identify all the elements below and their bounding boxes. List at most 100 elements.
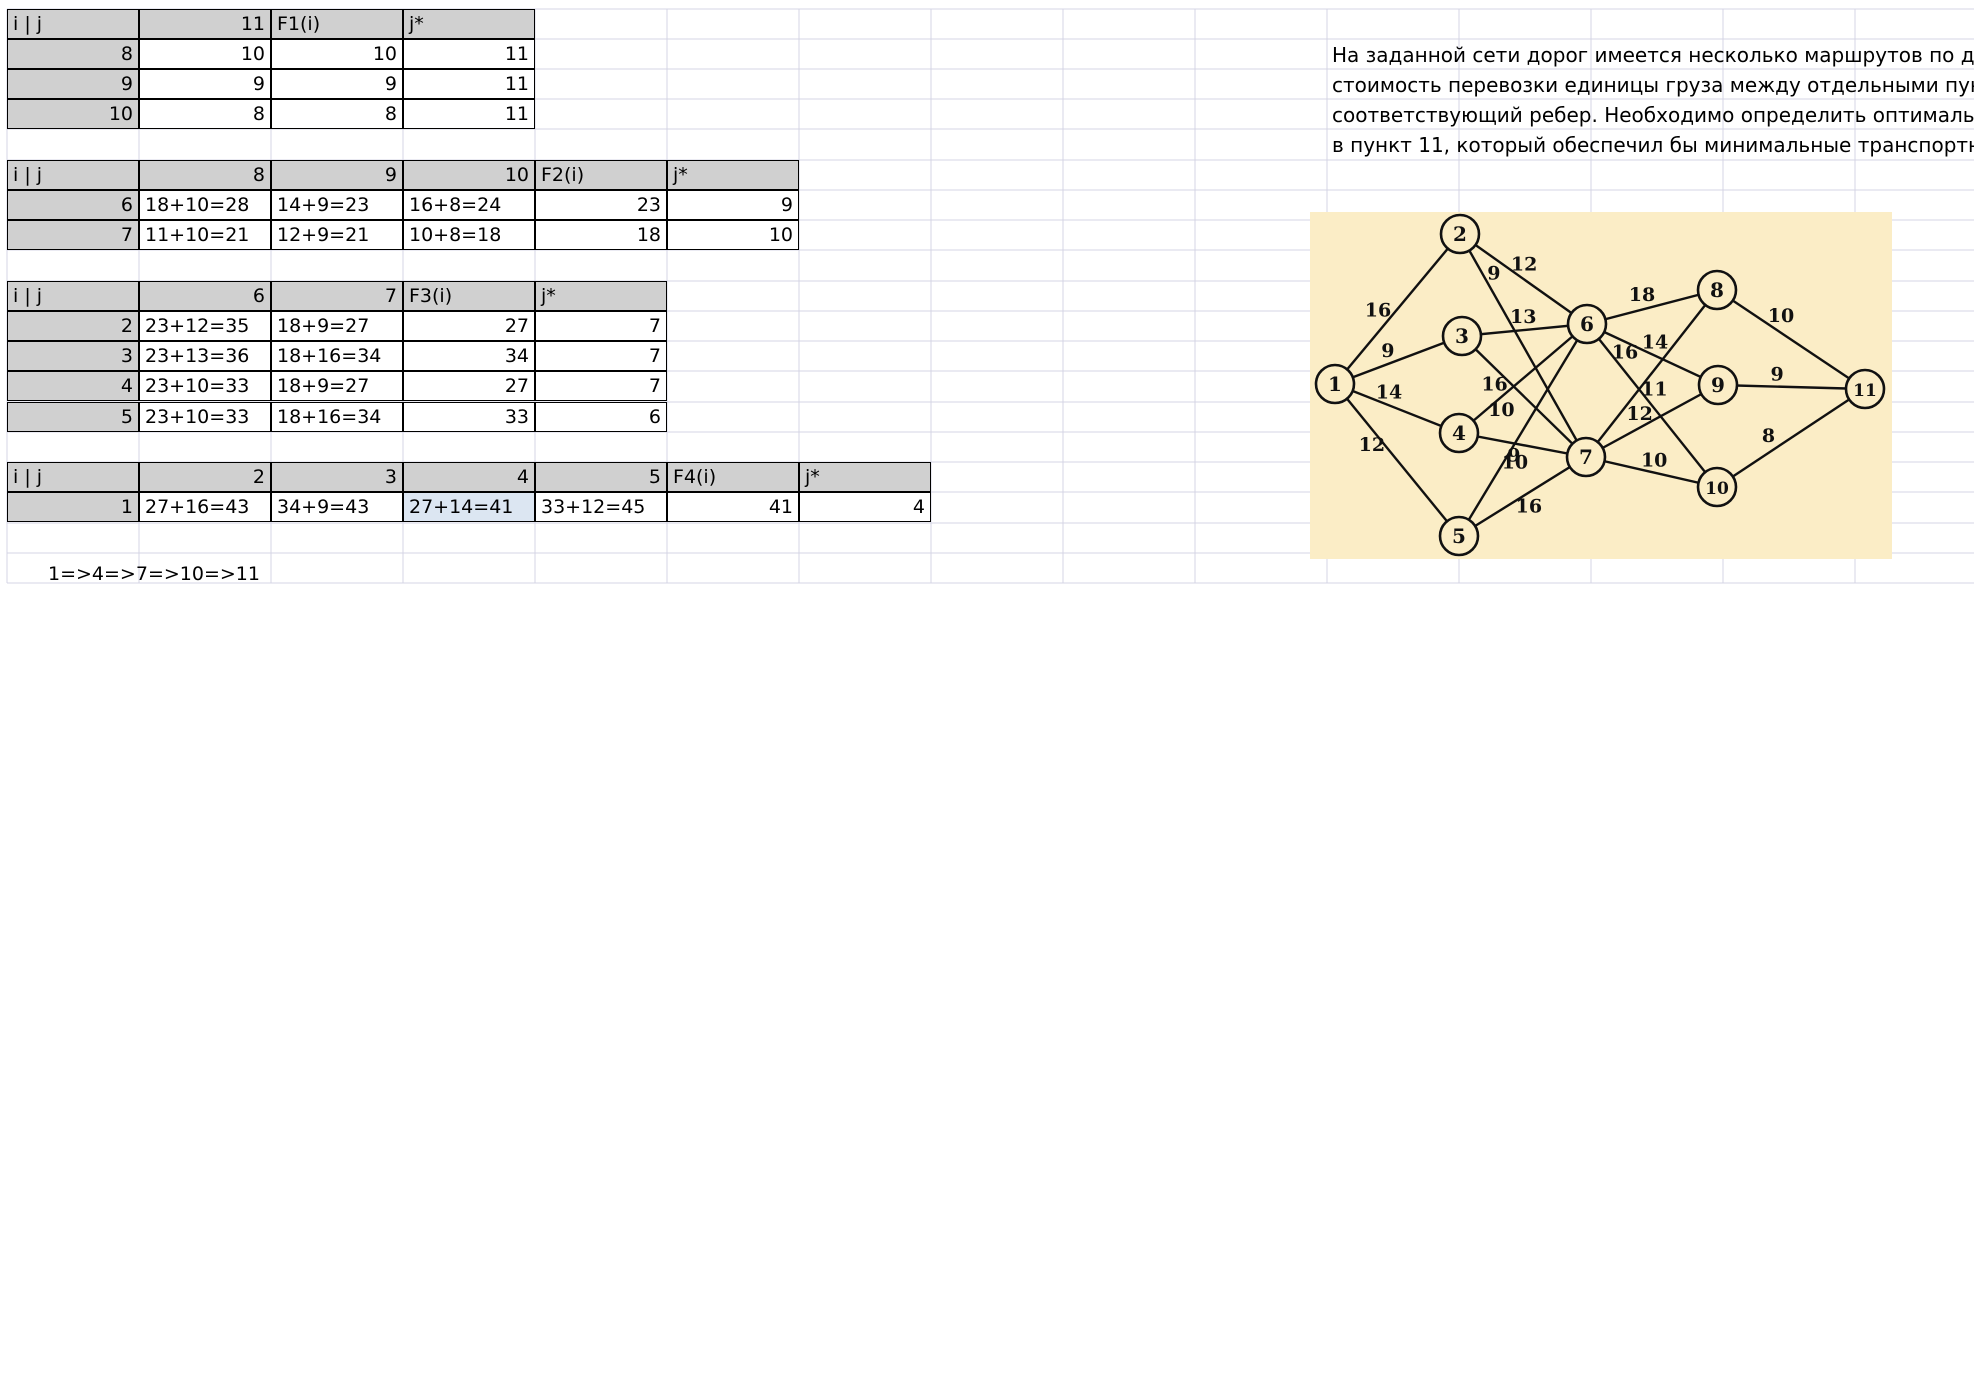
table4-cell-r0-c3[interactable]: 27+14=41 xyxy=(403,492,535,522)
table2-header-3[interactable]: 10 xyxy=(403,160,535,190)
node-label-7: 7 xyxy=(1579,445,1593,469)
edge-weight-5-7: 16 xyxy=(1516,496,1542,518)
table3-header-0[interactable]: i | j xyxy=(7,281,139,311)
edge-weight-1-3: 9 xyxy=(1381,340,1394,362)
table2-cell-r0-c0[interactable]: 6 xyxy=(7,190,139,220)
edge-weight-7-9: 12 xyxy=(1626,403,1652,425)
table1-header-3[interactable]: j* xyxy=(403,9,535,39)
table4-cell-r0-c0[interactable]: 1 xyxy=(7,492,139,522)
table1-cell-r1-c2[interactable]: 9 xyxy=(271,69,403,99)
table3-cell-r3-c4[interactable]: 6 xyxy=(535,402,667,432)
table3-cell-r0-c1[interactable]: 23+12=35 xyxy=(139,311,271,341)
edge-weight-7-8: 11 xyxy=(1641,378,1667,400)
table1-cell-r1-c3[interactable]: 11 xyxy=(403,69,535,99)
table2-cell-r1-c3[interactable]: 10+8=18 xyxy=(403,220,535,250)
table1-cell-r2-c3[interactable]: 11 xyxy=(403,99,535,129)
table3-cell-r1-c3[interactable]: 34 xyxy=(403,341,535,371)
node-label-4: 4 xyxy=(1452,421,1466,445)
table3-cell-r0-c2[interactable]: 18+9=27 xyxy=(271,311,403,341)
result-path[interactable]: 1=>4=>7=>10=>11 xyxy=(48,559,260,589)
table3-cell-r3-c0[interactable]: 5 xyxy=(7,402,139,432)
table1-cell-r0-c0[interactable]: 8 xyxy=(7,39,139,69)
node-label-6: 6 xyxy=(1580,312,1594,336)
table3-cell-r2-c4[interactable]: 7 xyxy=(535,371,667,401)
table2-cell-r0-c1[interactable]: 18+10=28 xyxy=(139,190,271,220)
table1-cell-r0-c1[interactable]: 10 xyxy=(139,39,271,69)
table2-header-5[interactable]: j* xyxy=(667,160,799,190)
node-label-8: 8 xyxy=(1710,278,1724,302)
table4-cell-r0-c5[interactable]: 41 xyxy=(667,492,799,522)
table1-cell-r1-c1[interactable]: 9 xyxy=(139,69,271,99)
table2-cell-r1-c1[interactable]: 11+10=21 xyxy=(139,220,271,250)
problem-statement[interactable]: На заданной сети дорог имеется несколько… xyxy=(1332,40,1974,160)
node-label-5: 5 xyxy=(1452,524,1466,548)
table2-cell-r0-c4[interactable]: 23 xyxy=(535,190,667,220)
table2-cell-r1-c4[interactable]: 18 xyxy=(535,220,667,250)
table3-cell-r3-c1[interactable]: 23+10=33 xyxy=(139,402,271,432)
node-label-9: 9 xyxy=(1711,373,1725,397)
table3-header-3[interactable]: F3(i) xyxy=(403,281,535,311)
table4-header-6[interactable]: j* xyxy=(799,462,931,492)
edge-weight-6-9: 14 xyxy=(1642,331,1668,353)
table3-cell-r3-c3[interactable]: 33 xyxy=(403,402,535,432)
edge-weight-9-11: 9 xyxy=(1771,364,1784,386)
table1-cell-r0-c2[interactable]: 10 xyxy=(271,39,403,69)
edge-weight-7-10: 10 xyxy=(1641,449,1667,471)
table1-cell-r2-c2[interactable]: 8 xyxy=(271,99,403,129)
table1-cell-r0-c3[interactable]: 11 xyxy=(403,39,535,69)
table1-header-0[interactable]: i | j xyxy=(7,9,139,39)
table3-cell-r0-c0[interactable]: 2 xyxy=(7,311,139,341)
table3-cell-r1-c2[interactable]: 18+16=34 xyxy=(271,341,403,371)
table3-cell-r2-c0[interactable]: 4 xyxy=(7,371,139,401)
table2-cell-r0-c5[interactable]: 9 xyxy=(667,190,799,220)
node-label-10: 10 xyxy=(1705,479,1729,499)
table2-cell-r1-c2[interactable]: 12+9=21 xyxy=(271,220,403,250)
table2-cell-r1-c0[interactable]: 7 xyxy=(7,220,139,250)
table2-header-4[interactable]: F2(i) xyxy=(535,160,667,190)
table3-cell-r2-c2[interactable]: 18+9=27 xyxy=(271,371,403,401)
edge-weight-3-6: 13 xyxy=(1510,306,1536,328)
table4-header-0[interactable]: i | j xyxy=(7,462,139,492)
table4-cell-r0-c2[interactable]: 34+9=43 xyxy=(271,492,403,522)
table3-cell-r1-c1[interactable]: 23+13=36 xyxy=(139,341,271,371)
table3-cell-r3-c2[interactable]: 18+16=34 xyxy=(271,402,403,432)
table4-header-3[interactable]: 4 xyxy=(403,462,535,492)
problem-line-4: в пункт 11, который обеспечил бы минимал… xyxy=(1332,133,1974,157)
table2-header-1[interactable]: 8 xyxy=(139,160,271,190)
table1-cell-r2-c0[interactable]: 10 xyxy=(7,99,139,129)
table3-header-1[interactable]: 6 xyxy=(139,281,271,311)
table1-cell-r1-c0[interactable]: 9 xyxy=(7,69,139,99)
table4-header-4[interactable]: 5 xyxy=(535,462,667,492)
table4-cell-r0-c1[interactable]: 27+16=43 xyxy=(139,492,271,522)
table4-cell-r0-c6[interactable]: 4 xyxy=(799,492,931,522)
table3-header-4[interactable]: j* xyxy=(535,281,667,311)
table2-header-0[interactable]: i | j xyxy=(7,160,139,190)
table1-cell-r2-c1[interactable]: 8 xyxy=(139,99,271,129)
edge-weight-5-6: 10 xyxy=(1502,452,1528,474)
spreadsheet[interactable]: i | j 11 F1(i) j* 8 10 10 11 9 9 9 11 10 8 8 11 i | j891… xyxy=(0,0,1974,1400)
table1-header-1[interactable]: 11 xyxy=(139,9,271,39)
table3-cell-r2-c3[interactable]: 27 xyxy=(403,371,535,401)
table3-cell-r2-c1[interactable]: 23+10=33 xyxy=(139,371,271,401)
node-label-2: 2 xyxy=(1453,222,1467,246)
table2-cell-r0-c3[interactable]: 16+8=24 xyxy=(403,190,535,220)
table2-cell-r1-c5[interactable]: 10 xyxy=(667,220,799,250)
table4-header-2[interactable]: 3 xyxy=(271,462,403,492)
node-label-1: 1 xyxy=(1328,372,1342,396)
table4-cell-r0-c4[interactable]: 33+12=45 xyxy=(535,492,667,522)
table2-header-2[interactable]: 9 xyxy=(271,160,403,190)
road-network-graph[interactable]: 1691412129131610910161814161112101098123… xyxy=(1310,212,1892,559)
table1-header-2[interactable]: F1(i) xyxy=(271,9,403,39)
table3-header-2[interactable]: 7 xyxy=(271,281,403,311)
problem-line-1: На заданной сети дорог имеется несколько… xyxy=(1332,43,1974,67)
table3-cell-r1-c0[interactable]: 3 xyxy=(7,341,139,371)
edge-weight-2-7: 9 xyxy=(1487,263,1500,285)
table4-header-5[interactable]: F4(i) xyxy=(667,462,799,492)
table2-cell-r0-c2[interactable]: 14+9=23 xyxy=(271,190,403,220)
edge-weight-3-7: 16 xyxy=(1481,374,1507,396)
table3-cell-r1-c4[interactable]: 7 xyxy=(535,341,667,371)
table3-cell-r0-c3[interactable]: 27 xyxy=(403,311,535,341)
table3-cell-r0-c4[interactable]: 7 xyxy=(535,311,667,341)
edge-weight-6-8: 18 xyxy=(1629,284,1655,306)
table4-header-1[interactable]: 2 xyxy=(139,462,271,492)
